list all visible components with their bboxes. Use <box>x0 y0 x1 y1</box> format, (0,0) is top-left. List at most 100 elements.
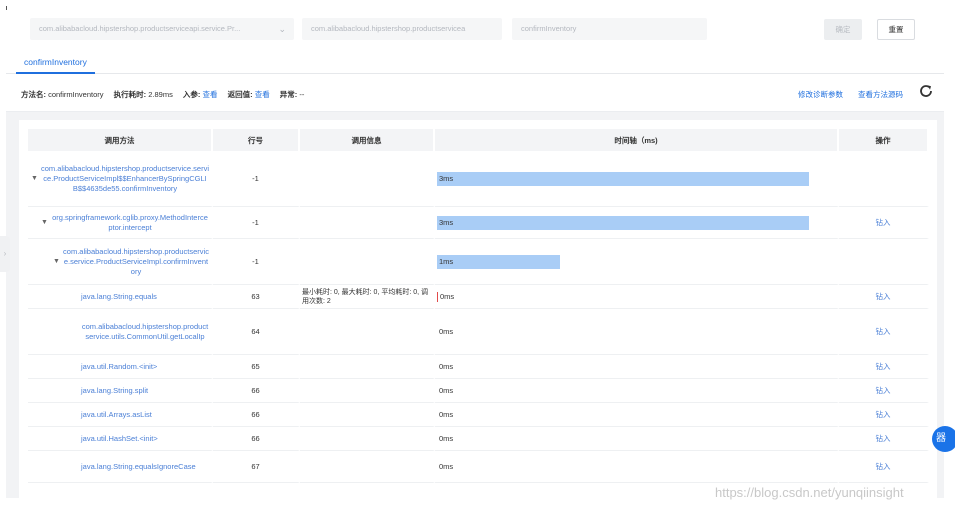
method-cell[interactable]: java.util.Random.<init> <box>28 355 213 379</box>
caret-down-icon[interactable]: ▼ <box>41 218 51 228</box>
caret-down-icon[interactable]: ▼ <box>53 257 63 267</box>
call-info <box>300 239 435 285</box>
drill-in-link[interactable]: 钻入 <box>839 451 929 483</box>
drill-in-link[interactable]: 钻入 <box>839 285 929 309</box>
drill-in-link[interactable]: 钻入 <box>839 403 929 427</box>
table-row: java.lang.String.equalsIgnoreCase 67 0ms 钻入 <box>28 451 929 483</box>
reset-button[interactable]: 重置 <box>877 19 915 40</box>
method-name[interactable]: com.alibabacloud.hipstershop.productserv… <box>63 247 209 277</box>
class-select-value: com.alibabacloud.hipstershop.productserv… <box>39 24 241 33</box>
tab-confirm-inventory[interactable]: confirmInventory <box>16 52 95 74</box>
summary-line: 方法名: confirmInventory 执行耗时: 2.89ms 入参: 查… <box>21 89 304 100</box>
trace-table: 调用方法 行号 调用信息 时间轴（ms) 操作 ▼ com.alibabaclou… <box>28 129 929 483</box>
line-number: 67 <box>213 451 300 483</box>
header-action: 操作 <box>839 129 929 151</box>
collapse-handle[interactable]: › <box>0 236 10 272</box>
table-row: java.lang.String.split 66 0ms 钻入 <box>28 379 929 403</box>
table-row: java.util.Arrays.asList 66 0ms 钻入 <box>28 403 929 427</box>
table-row: ▼ org.springframework.cglib.proxy.MethodI… <box>28 207 929 239</box>
method-name[interactable]: com.alibabacloud.hipstershop.productserv… <box>41 164 209 194</box>
method-name[interactable]: java.util.Arrays.asList <box>81 410 152 420</box>
line-number: 65 <box>213 355 300 379</box>
args-label: 入参: <box>182 90 201 99</box>
method-cell[interactable]: java.lang.String.split <box>28 379 213 403</box>
line-number: 64 <box>213 309 300 355</box>
method-cell[interactable]: com.alibabacloud.hipstershop.productserv… <box>28 309 213 355</box>
method-summary: 方法名: confirmInventory 执行耗时: 2.89ms 入参: 查… <box>6 74 944 112</box>
header-info: 调用信息 <box>300 129 435 151</box>
class-select[interactable]: com.alibabacloud.hipstershop.productserv… <box>30 18 294 40</box>
timeline-value: 0ms <box>439 326 454 336</box>
method-name[interactable]: java.lang.String.split <box>81 386 148 396</box>
method-cell[interactable]: ▼ com.alibabacloud.hipstershop.productser… <box>28 239 213 285</box>
impl-select[interactable]: com.alibabacloud.hipstershop.productserv… <box>302 18 502 40</box>
header-line: 行号 <box>213 129 300 151</box>
confirm-button[interactable]: 确定 <box>824 19 862 40</box>
timeline-cell: 0ms <box>435 285 839 309</box>
timeline-value: 0ms <box>439 433 454 443</box>
drill-in-link[interactable]: 钻入 <box>839 207 929 239</box>
method-name-label: 方法名: <box>21 90 46 99</box>
call-info <box>300 355 435 379</box>
method-name[interactable]: java.util.Random.<init> <box>81 362 157 372</box>
method-cell[interactable]: ▼ org.springframework.cglib.proxy.MethodI… <box>28 207 213 239</box>
method-name[interactable]: org.springframework.cglib.proxy.MethodIn… <box>51 213 209 233</box>
call-info <box>300 427 435 451</box>
timeline-value: 0ms <box>439 385 454 395</box>
timeline-bar: 3ms <box>437 215 809 230</box>
method-name[interactable]: java.lang.String.equals <box>81 292 157 302</box>
method-cell[interactable]: java.lang.String.equalsIgnoreCase <box>28 451 213 483</box>
line-number: 66 <box>213 427 300 451</box>
exec-time-value: 2.89ms <box>148 90 173 99</box>
method-select[interactable]: confirmInventory <box>512 18 707 40</box>
method-cell[interactable]: ▼ com.alibabacloud.hipstershop.productser… <box>28 151 213 207</box>
method-cell[interactable]: java.lang.String.equals <box>28 285 213 309</box>
modify-params-link[interactable]: 修改诊断参数 <box>798 89 843 100</box>
refresh-icon[interactable] <box>918 83 934 99</box>
call-info <box>300 451 435 483</box>
drill-in-link[interactable] <box>839 239 929 285</box>
method-name[interactable]: java.lang.String.equalsIgnoreCase <box>81 462 196 472</box>
line-number: -1 <box>213 207 300 239</box>
timeline-cell: 0ms <box>435 451 839 483</box>
line-number: 66 <box>213 379 300 403</box>
line-number: 66 <box>213 403 300 427</box>
timeline-bar: 1ms <box>437 254 560 269</box>
timeline-bar: 3ms <box>437 171 809 186</box>
table-row: ▼ com.alibabacloud.hipstershop.productser… <box>28 151 929 207</box>
timeline-value: 0ms <box>439 361 454 371</box>
method-name[interactable]: com.alibabacloud.hipstershop.productserv… <box>81 322 209 342</box>
timeline-cell: 0ms <box>435 403 839 427</box>
drill-in-link[interactable]: 钻入 <box>839 427 929 451</box>
profiler-page: com.alibabacloud.hipstershop.productserv… <box>6 10 944 498</box>
call-info <box>300 151 435 207</box>
timeline-value: 0ms <box>439 461 454 471</box>
method-name[interactable]: java.util.HashSet.<init> <box>81 434 158 444</box>
drill-in-link[interactable]: 钻入 <box>839 309 929 355</box>
impl-select-value: com.alibabacloud.hipstershop.productserv… <box>311 24 466 33</box>
drill-in-link[interactable]: 钻入 <box>839 355 929 379</box>
method-cell[interactable]: java.util.Arrays.asList <box>28 403 213 427</box>
timeline-cell: 0ms <box>435 355 839 379</box>
args-view-link[interactable]: 查看 <box>203 90 218 99</box>
view-source-link[interactable]: 查看方法源码 <box>858 89 903 100</box>
tab-bar: confirmInventory <box>6 52 944 74</box>
caret-down-icon[interactable]: ▼ <box>31 174 41 184</box>
table-row: java.lang.String.equals 63 最小耗时: 0, 最大耗时: … <box>28 285 929 309</box>
call-info <box>300 403 435 427</box>
table-row: ▼ com.alibabacloud.hipstershop.productser… <box>28 239 929 285</box>
method-cell[interactable]: java.util.HashSet.<init> <box>28 427 213 451</box>
table-header-row: 调用方法 行号 调用信息 时间轴（ms) 操作 <box>28 129 929 151</box>
return-label: 返回值: <box>227 90 253 99</box>
return-view-link[interactable]: 查看 <box>255 90 270 99</box>
timeline-cell: 0ms <box>435 379 839 403</box>
timeline-cell: 0ms <box>435 309 839 355</box>
header-method: 调用方法 <box>28 129 213 151</box>
call-info <box>300 207 435 239</box>
header-timeline: 时间轴（ms) <box>435 129 839 151</box>
floating-action-button[interactable]: 器 <box>932 426 955 452</box>
drill-in-link[interactable]: 钻入 <box>839 379 929 403</box>
drill-in-link[interactable] <box>839 151 929 207</box>
table-row: com.alibabacloud.hipstershop.productserv… <box>28 309 929 355</box>
timeline-value: 0ms <box>439 409 454 419</box>
